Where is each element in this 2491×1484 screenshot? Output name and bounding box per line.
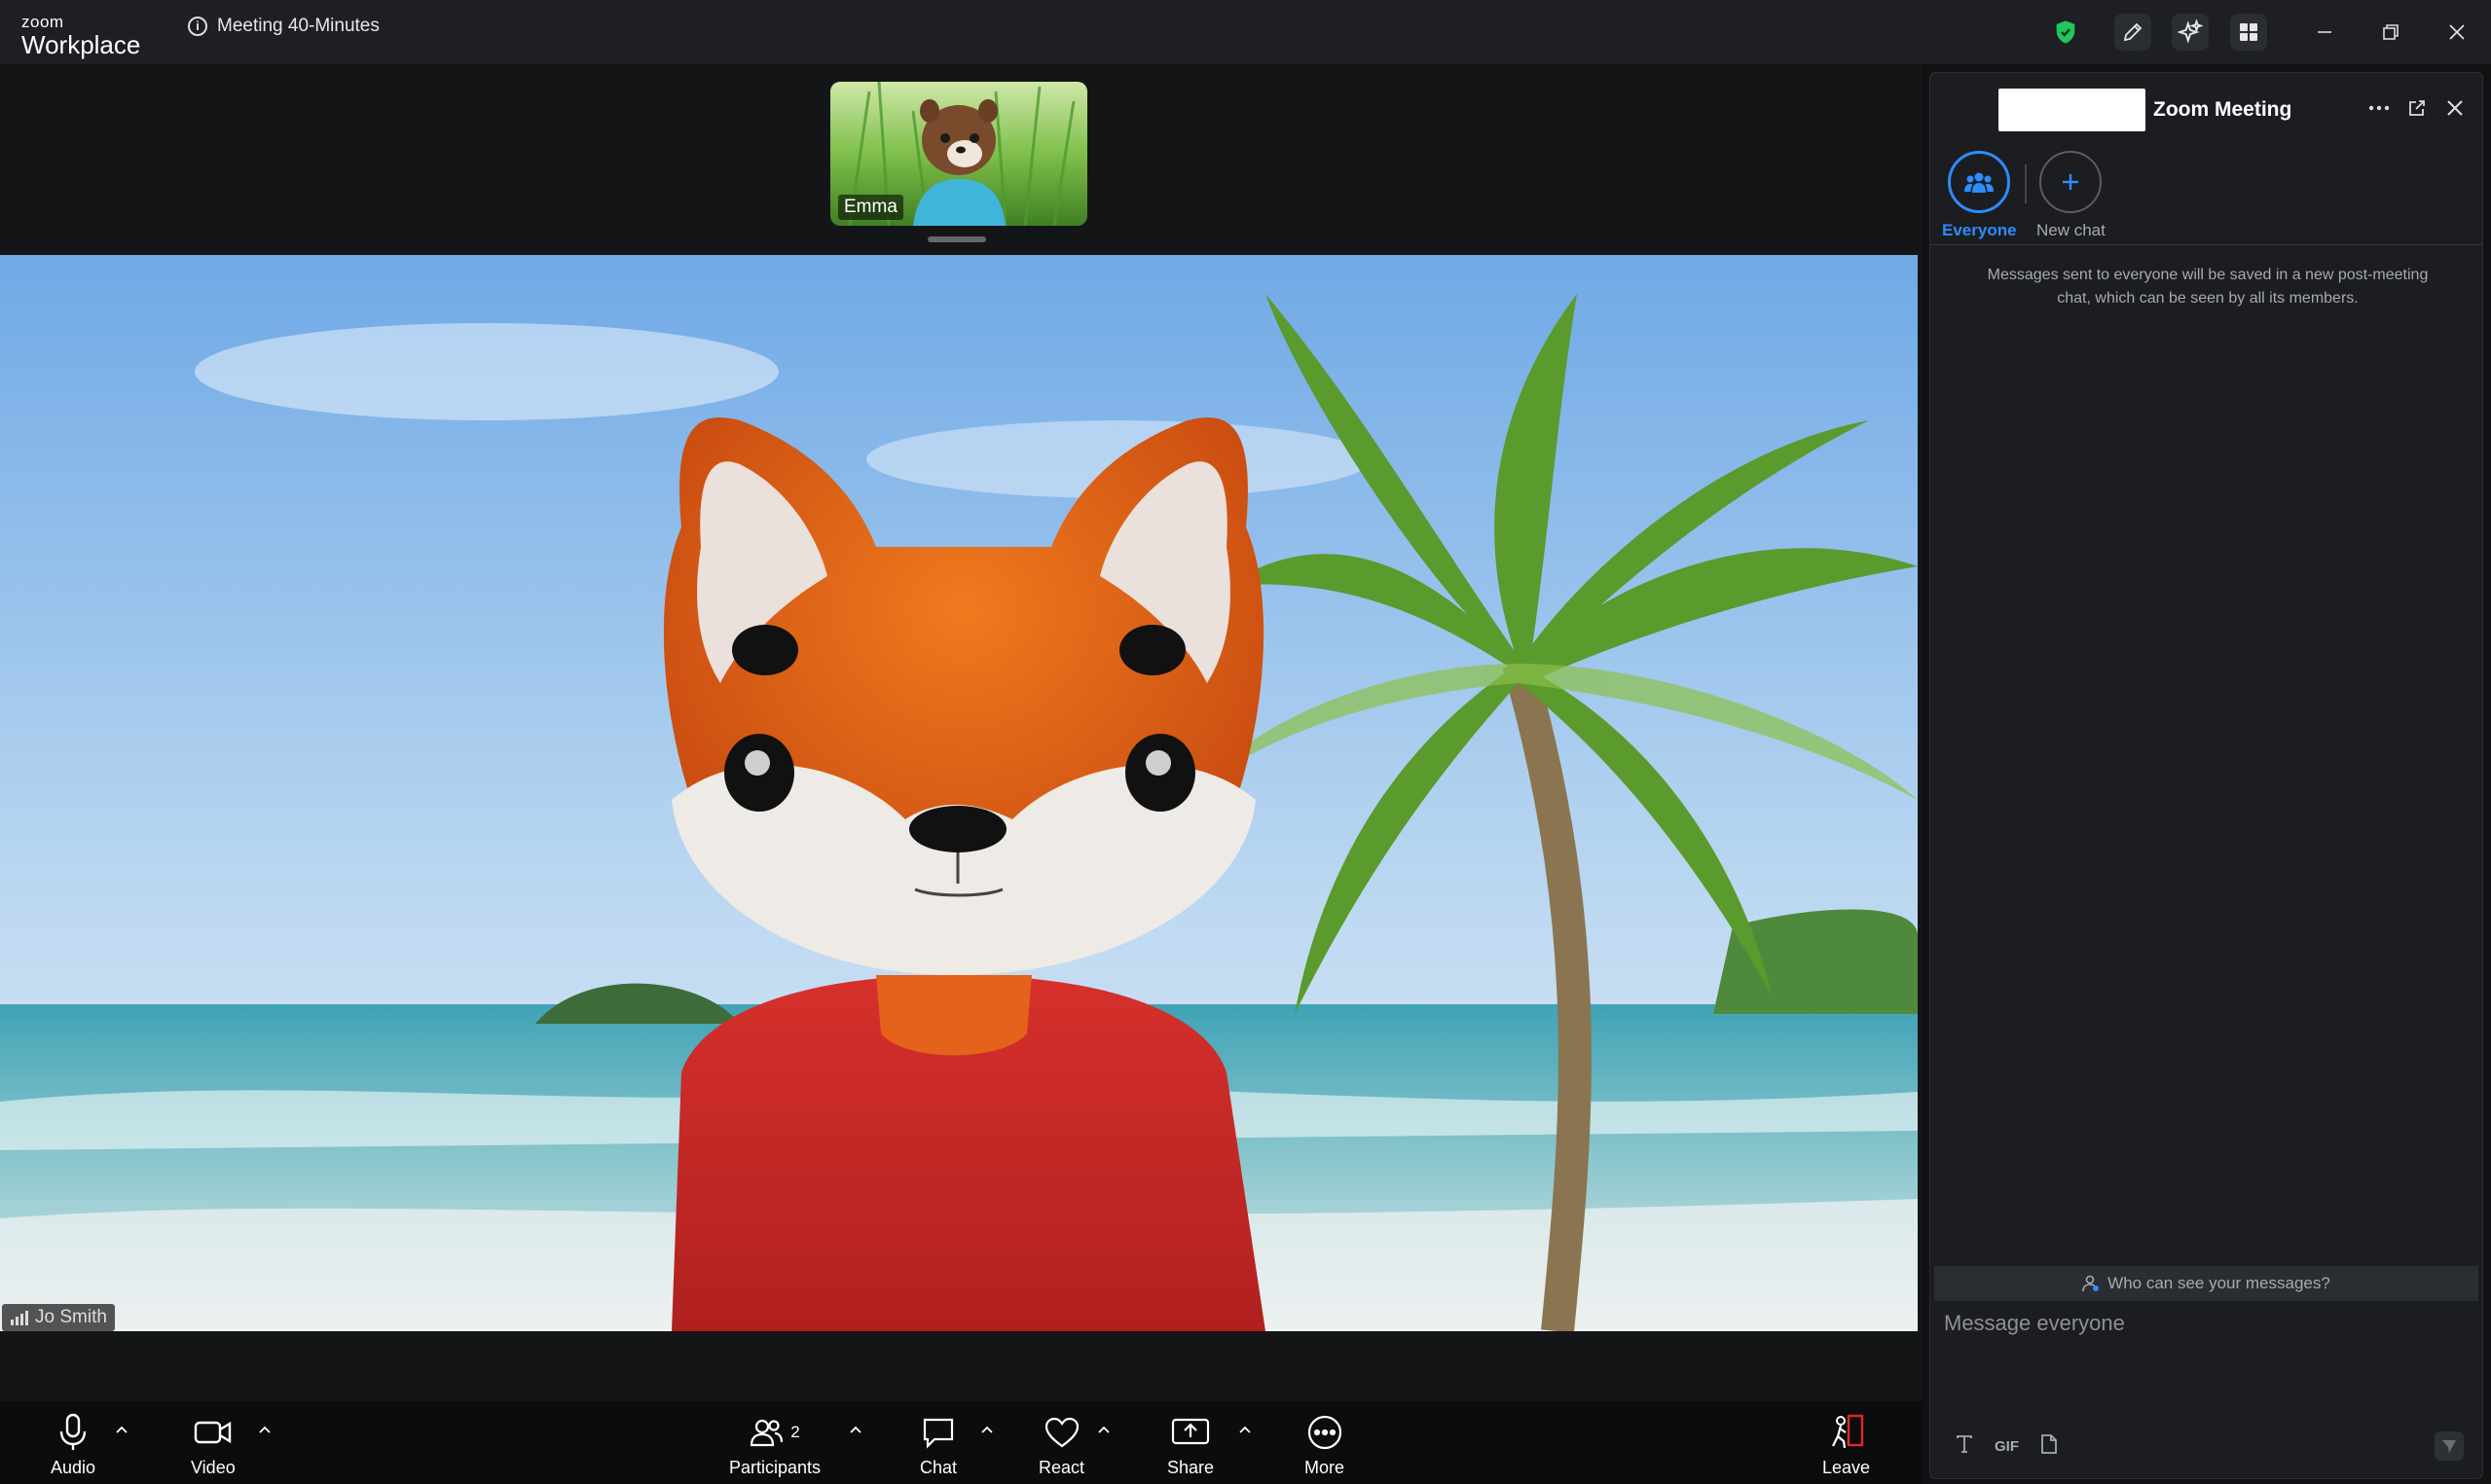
chat-recipient-tabs: Everyone New chat — [1930, 151, 2482, 245]
chat-more-options-icon[interactable] — [2367, 96, 2391, 120]
chat-label: Chat — [920, 1458, 958, 1477]
tab-new-chat[interactable]: New chat — [2036, 151, 2106, 240]
security-shield-icon[interactable] — [2047, 14, 2084, 51]
tab-divider — [2025, 164, 2027, 203]
microphone-icon — [59, 1413, 87, 1450]
leave-door-icon — [1831, 1414, 1863, 1449]
who-can-see-label: Who can see your messages? — [2107, 1274, 2330, 1292]
share-label: Share — [1167, 1458, 1215, 1477]
main-video-name-tag: Jo Smith — [2, 1304, 115, 1331]
participants-label: Participants — [729, 1458, 822, 1477]
send-icon — [2442, 1440, 2456, 1453]
minimize-icon[interactable] — [2310, 18, 2339, 47]
more-dots-icon — [1307, 1415, 1341, 1450]
participants-icon — [751, 1419, 784, 1447]
zoom-workplace-logo: zoom Workplace — [21, 14, 140, 57]
chat-save-notice: Messages sent to everyone will be saved … — [1987, 267, 2429, 307]
react-heart-icon — [1044, 1417, 1079, 1448]
thumbnail-drag-handle[interactable] — [928, 236, 986, 242]
text-format-icon[interactable] — [1956, 1434, 1973, 1459]
thumbnail-name-label: Emma — [838, 195, 903, 220]
react-label: React — [1039, 1458, 1085, 1477]
chat-title: Zoom Meeting — [2153, 98, 2292, 121]
signal-strength-icon — [11, 1311, 28, 1325]
audio-label: Audio — [51, 1458, 96, 1477]
share-options-chevron-up-icon[interactable] — [1238, 1423, 1252, 1436]
gif-button[interactable]: GIF — [1995, 1438, 2019, 1455]
whiteboard-pen-icon[interactable] — [2114, 14, 2151, 51]
chat-format-tools: GIF — [1956, 1433, 2058, 1460]
react-button[interactable]: React — [1039, 1413, 1084, 1478]
person-visibility-icon — [2082, 1275, 2100, 1292]
participant-name: Jo Smith — [35, 1307, 107, 1327]
tab-new-chat-label: New chat — [2036, 221, 2106, 239]
more-label: More — [1304, 1458, 1345, 1477]
meeting-toolbar: Audio Video 2 Participants Chat React Sh… — [0, 1401, 1923, 1484]
react-options-chevron-up-icon[interactable] — [1097, 1423, 1111, 1436]
meeting-info[interactable]: i Meeting 40-Minutes — [188, 16, 380, 37]
chat-header: Zoom Meeting — [1930, 73, 2482, 143]
video-label: Video — [191, 1458, 236, 1477]
who-can-see-messages-link[interactable]: Who can see your messages? — [1934, 1266, 2478, 1301]
audio-options-chevron-up-icon[interactable] — [115, 1423, 128, 1436]
redacted-area — [1998, 89, 2145, 131]
leave-button[interactable]: Leave — [1822, 1413, 1870, 1478]
chat-options-chevron-up-icon[interactable] — [980, 1423, 994, 1436]
tab-everyone[interactable]: Everyone — [1942, 151, 2017, 240]
close-chat-icon[interactable] — [2443, 96, 2467, 120]
chat-panel: Zoom Meeting Everyone New chat Messages … — [1929, 72, 2483, 1479]
apps-grid-icon[interactable] — [2230, 14, 2267, 51]
pop-out-chat-icon[interactable] — [2405, 96, 2429, 120]
everyone-group-icon — [1964, 172, 1995, 193]
send-message-button[interactable] — [2435, 1431, 2464, 1461]
participants-button[interactable]: 2 Participants — [729, 1413, 821, 1478]
tab-everyone-label: Everyone — [1942, 221, 2017, 239]
video-camera-icon — [194, 1421, 232, 1444]
title-bar: zoom Workplace i Meeting 40-Minutes — [0, 0, 2491, 64]
participant-thumbnail[interactable]: Emma — [830, 82, 1087, 226]
audio-button[interactable]: Audio — [51, 1413, 95, 1478]
message-input[interactable] — [1942, 1309, 2472, 1391]
video-options-chevron-up-icon[interactable] — [258, 1423, 272, 1436]
close-window-icon[interactable] — [2442, 18, 2472, 47]
brand-small: zoom — [21, 13, 64, 31]
share-screen-icon — [1171, 1418, 1210, 1445]
plus-icon — [2063, 174, 2079, 190]
meeting-title: Meeting 40-Minutes — [217, 16, 380, 36]
info-icon: i — [188, 17, 207, 36]
chat-bubble-icon — [923, 1418, 954, 1449]
file-attach-icon[interactable] — [2040, 1433, 2058, 1460]
participants-options-chevron-up-icon[interactable] — [849, 1423, 862, 1436]
video-button[interactable]: Video — [191, 1413, 236, 1478]
more-button[interactable]: More — [1304, 1413, 1344, 1478]
leave-label: Leave — [1822, 1458, 1871, 1477]
participants-count: 2 — [790, 1423, 800, 1441]
avatar-video-image — [0, 255, 1918, 1331]
share-screen-button[interactable]: Share — [1167, 1413, 1214, 1478]
chat-button[interactable]: Chat — [920, 1413, 957, 1478]
main-video-feed — [0, 255, 1918, 1331]
ai-companion-icon[interactable] — [2172, 14, 2209, 51]
restore-window-icon[interactable] — [2376, 18, 2405, 47]
brand-big: Workplace — [21, 30, 141, 59]
